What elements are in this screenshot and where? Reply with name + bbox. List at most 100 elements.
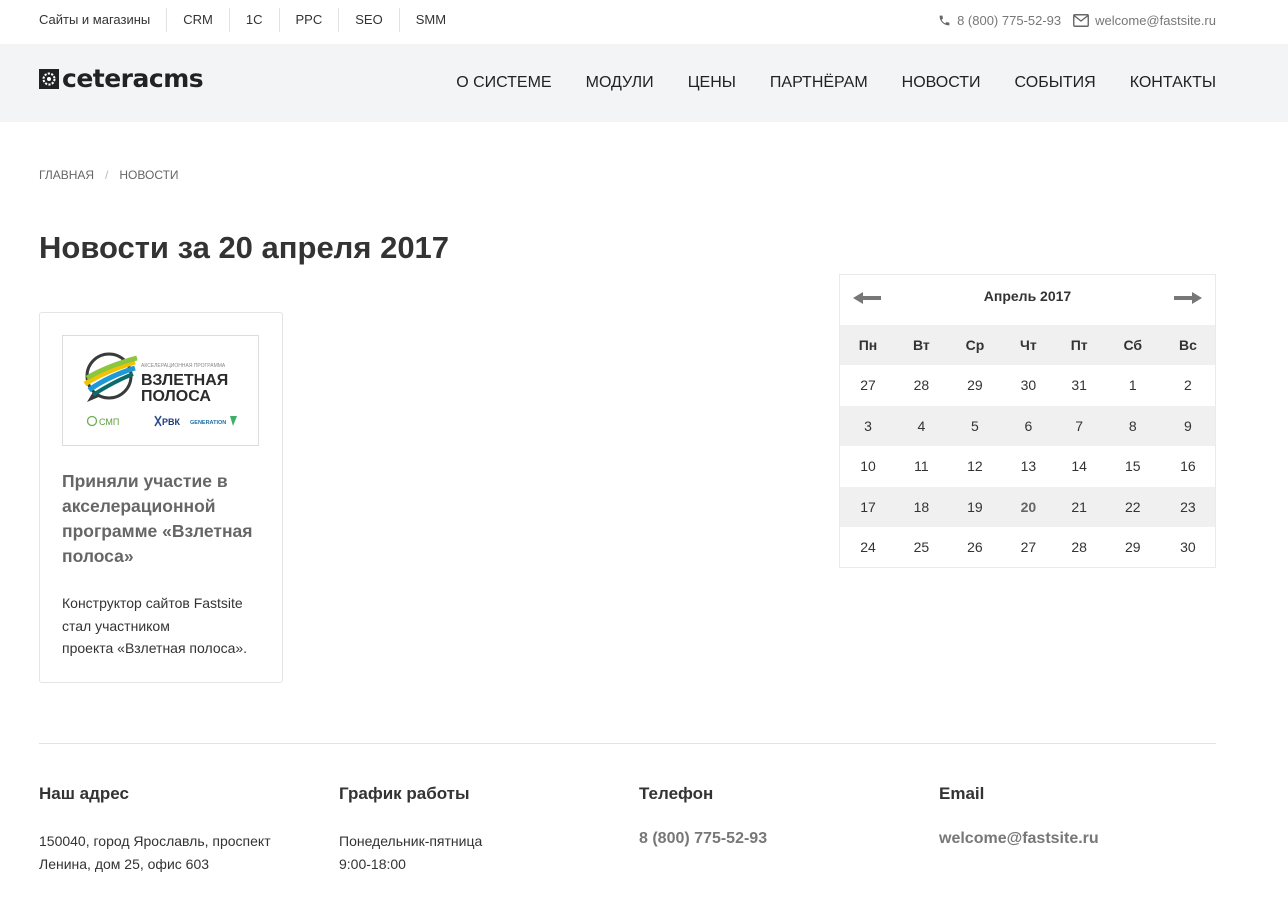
nav-modules[interactable]: МОДУЛИ <box>586 74 654 92</box>
weekday-wed: Ср <box>946 325 1004 365</box>
calendar-day[interactable]: 7 <box>1053 405 1105 446</box>
breadcrumb: ГЛАВНАЯ / НОВОСТИ <box>39 168 179 182</box>
footer-email-heading: Email <box>939 784 985 803</box>
image-small-text: АКСЕЛЕРАЦИОННАЯ ПРОГРАММА <box>141 363 226 369</box>
calendar-day[interactable]: 6 <box>1003 405 1054 446</box>
calendar-day[interactable]: 8 <box>1104 405 1161 446</box>
news-card[interactable]: АКСЕЛЕРАЦИОННАЯ ПРОГРАММА ВЗЛЕТНАЯ ПОЛОС… <box>39 312 283 683</box>
calendar-day[interactable]: 12 <box>947 446 1003 487</box>
calendar-day[interactable]: 2 <box>1161 365 1215 406</box>
footer-email: Email welcome@fastsite.ru <box>939 782 1219 850</box>
news-title[interactable]: Приняли участие в акселерационной програ… <box>62 469 262 569</box>
footer-address-line: 150040, город Ярославль, проспект <box>39 833 271 849</box>
calendar-day[interactable]: 29 <box>1105 527 1161 568</box>
calendar-day[interactable]: 30 <box>1003 365 1053 406</box>
top-email[interactable]: welcome@fastsite.ru <box>1073 13 1216 28</box>
breadcrumb-home[interactable]: ГЛАВНАЯ <box>39 168 94 182</box>
footer-email-link[interactable]: welcome@fastsite.ru <box>939 828 1219 850</box>
calendar-day[interactable]: 27 <box>1003 527 1053 568</box>
top-phone-text: 8 (800) 775-52-93 <box>957 12 1062 28</box>
page-title: Новости за 20 апреля 2017 <box>39 230 450 265</box>
calendar-day[interactable]: 26 <box>947 527 1003 568</box>
top-link-seo[interactable]: SEO <box>338 8 398 32</box>
calendar-month-label: Апрель 2017 <box>983 288 1072 304</box>
calendar-day[interactable]: 29 <box>947 365 1003 406</box>
nav-partners[interactable]: ПАРТНЁРАМ <box>770 74 868 92</box>
calendar-day[interactable]: 25 <box>896 527 947 568</box>
news-text-line: Конструктор сайтов Fastsite <box>62 595 243 611</box>
calendar-day[interactable]: 15 <box>1105 446 1161 487</box>
calendar-day[interactable]: 17 <box>840 486 896 527</box>
calendar-day[interactable]: 16 <box>1161 446 1215 487</box>
calendar-day[interactable]: 19 <box>946 486 1004 527</box>
news-text-line: проекта «Взлетная полоса». <box>62 640 248 656</box>
calendar-day[interactable]: 14 <box>1054 446 1105 487</box>
calendar-week: 3456789 <box>840 405 1215 446</box>
footer-phone-link[interactable]: 8 (800) 775-52-93 <box>639 828 919 850</box>
calendar-day[interactable]: 23 <box>1160 486 1215 527</box>
calendar-weekdays: Пн Вт Ср Чт Пт Сб Вс <box>840 325 1215 365</box>
footer-schedule: График работы Понедельник-пятница 9:00-1… <box>339 782 619 875</box>
image-partner-rvk: РВК <box>162 417 181 427</box>
calendar-week: 17 18 19 20 21 22 23 <box>840 486 1215 527</box>
weekday-thu: Чт <box>1003 325 1054 365</box>
arrow-right-icon[interactable] <box>1172 290 1204 311</box>
calendar-day[interactable]: 20 <box>1003 486 1054 527</box>
nav-news[interactable]: НОВОСТИ <box>902 74 981 92</box>
top-link-smm[interactable]: SMM <box>398 8 462 32</box>
logo[interactable]: ceteracms <box>39 64 204 93</box>
nav-about[interactable]: О СИСТЕМЕ <box>456 74 551 92</box>
top-email-text: welcome@fastsite.ru <box>1095 12 1216 28</box>
calendar-day[interactable]: 3 <box>840 405 896 446</box>
breadcrumb-current: НОВОСТИ <box>119 168 179 182</box>
calendar-day[interactable]: 27 <box>840 365 896 406</box>
image-partner-smp: СМП <box>99 417 119 427</box>
calendar-header: Апрель 2017 <box>840 275 1215 325</box>
news-image[interactable]: АКСЕЛЕРАЦИОННАЯ ПРОГРАММА ВЗЛЕТНАЯ ПОЛОС… <box>62 335 259 446</box>
top-contacts: 8 (800) 775-52-93 welcome@fastsite.ru <box>926 0 1216 40</box>
calendar-day[interactable]: 1 <box>1105 365 1161 406</box>
top-link-1c[interactable]: 1С <box>228 8 279 32</box>
top-link-crm[interactable]: CRM <box>166 8 229 32</box>
calendar-day[interactable]: 13 <box>1003 446 1053 487</box>
footer-schedule-line: Понедельник-пятница <box>339 833 483 849</box>
envelope-icon <box>1073 13 1090 27</box>
calendar-day[interactable]: 31 <box>1054 365 1105 406</box>
top-phone[interactable]: 8 (800) 775-52-93 <box>938 13 1061 28</box>
calendar-day[interactable]: 28 <box>1054 527 1105 568</box>
nav-prices[interactable]: ЦЕНЫ <box>688 74 736 92</box>
weekday-mon: Пн <box>840 325 896 365</box>
calendar-day[interactable]: 22 <box>1104 486 1161 527</box>
logo-gear-icon <box>39 69 59 89</box>
weekday-sat: Сб <box>1104 325 1161 365</box>
top-links: Сайты и магазины CRM 1С PPC SEO SMM <box>39 0 462 40</box>
image-title-line1: ВЗЛЕТНАЯ <box>141 372 228 389</box>
calendar-day[interactable]: 4 <box>895 405 947 446</box>
nav-events[interactable]: СОБЫТИЯ <box>1015 74 1096 92</box>
footer-schedule-line: 9:00-18:00 <box>339 855 406 872</box>
breadcrumb-separator: / <box>105 168 109 182</box>
calendar-day[interactable]: 18 <box>895 486 947 527</box>
logo-text: ceteracms <box>62 64 204 93</box>
main-nav: О СИСТЕМЕ МОДУЛИ ЦЕНЫ ПАРТНЁРАМ НОВОСТИ … <box>422 44 1216 122</box>
calendar-day[interactable]: 24 <box>840 527 896 568</box>
phone-icon <box>939 15 950 25</box>
top-link-ppc[interactable]: PPC <box>278 8 339 32</box>
footer-phone-heading: Телефон <box>639 784 714 803</box>
calendar-day[interactable]: 30 <box>1161 527 1215 568</box>
calendar-day[interactable]: 11 <box>896 446 947 487</box>
calendar-week: 24 25 26 27 28 29 30 <box>840 527 1215 568</box>
nav-contacts[interactable]: КОНТАКТЫ <box>1130 74 1216 92</box>
calendar-day[interactable]: 28 <box>896 365 947 406</box>
footer-divider <box>39 743 1216 744</box>
calendar: Апрель 2017 Пн Вт Ср Чт Пт Сб Вс 27 28 29 3… <box>839 274 1216 568</box>
footer-schedule-heading: График работы <box>339 784 470 803</box>
calendar-day[interactable]: 5 <box>946 405 1004 446</box>
calendar-week: 27 28 29 30 31 1 2 <box>840 365 1215 406</box>
top-link-sites[interactable]: Сайты и магазины <box>39 8 166 32</box>
calendar-day[interactable]: 21 <box>1053 486 1105 527</box>
news-image-graphic: АКСЕЛЕРАЦИОННАЯ ПРОГРАММА ВЗЛЕТНАЯ ПОЛОС… <box>83 352 237 427</box>
calendar-day[interactable]: 10 <box>840 446 896 487</box>
calendar-week: 10 11 12 13 14 15 16 <box>840 446 1215 487</box>
calendar-day[interactable]: 9 <box>1160 405 1215 446</box>
